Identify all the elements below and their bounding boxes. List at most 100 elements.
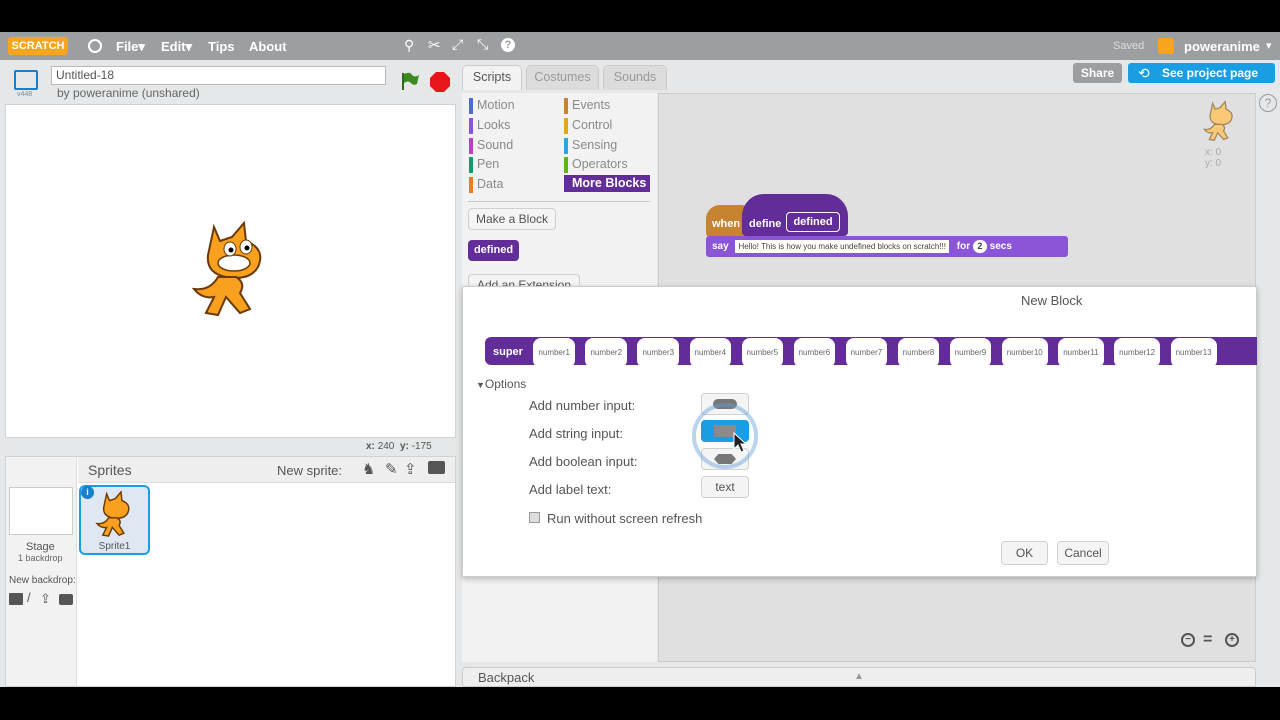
define-defined-block[interactable]: defined [786, 212, 840, 232]
sprite1-tile[interactable]: i Sprite1 [79, 485, 150, 555]
new-block-dialog: New Block super number1 number2 number3 … [462, 286, 1257, 577]
see-project-icon: ⟲ [1138, 65, 1150, 81]
category-sensing[interactable]: Sensing [564, 138, 617, 156]
input-number8[interactable]: number8 [897, 338, 940, 365]
category-sound[interactable]: Sound [469, 138, 513, 156]
zoom-in-icon[interactable]: + [1225, 633, 1239, 647]
category-pen[interactable]: Pen [469, 157, 499, 175]
delete-cut-icon[interactable]: ✂ [428, 36, 441, 54]
cancel-button[interactable]: Cancel [1057, 541, 1109, 565]
add-boolean-label: Add boolean input: [529, 454, 638, 469]
share-button[interactable]: Share [1073, 63, 1122, 83]
for-label: for [956, 241, 971, 252]
saved-status: Saved [1113, 40, 1145, 52]
stop-icon[interactable] [430, 72, 450, 92]
secs-label: secs [989, 241, 1012, 252]
category-list-right: Events Control Sensing Operators More Bl… [564, 98, 654, 198]
backpack-label: Backpack [478, 670, 535, 685]
make-a-block-button[interactable]: Make a Block [468, 208, 556, 230]
menu-edit[interactable]: Edit▾ [161, 39, 192, 55]
zoom-out-icon[interactable]: − [1181, 633, 1195, 647]
input-number1[interactable]: number1 [533, 338, 575, 365]
defined-block[interactable]: defined [468, 240, 519, 261]
input-number5[interactable]: number5 [741, 338, 784, 365]
input-number10[interactable]: number10 [1001, 338, 1048, 365]
options-toggle[interactable]: ▼Options [476, 377, 526, 391]
choose-backdrop-icon[interactable] [9, 593, 23, 605]
category-list-left: Motion Looks Sound Pen Data [469, 98, 559, 198]
tab-scripts[interactable]: Scripts [462, 65, 522, 90]
username[interactable]: poweranime [1184, 39, 1260, 54]
menu-tips[interactable]: Tips [208, 39, 235, 54]
dialog-title: New Block [1021, 293, 1083, 308]
stage-thumbnail[interactable] [9, 487, 73, 535]
category-data[interactable]: Data [469, 177, 503, 195]
block-name-label[interactable]: super [493, 346, 523, 358]
add-string-label: Add string input: [529, 426, 623, 441]
tab-sounds[interactable]: Sounds [603, 65, 667, 90]
help-icon[interactable]: ? [501, 38, 515, 52]
run-without-refresh-label: Run without screen refresh [547, 511, 703, 526]
help-button[interactable]: ? [1259, 94, 1277, 112]
choose-sprite-icon[interactable]: ♞ [362, 460, 375, 478]
input-number3[interactable]: number3 [637, 338, 680, 365]
paint-sprite-icon[interactable]: ✎ [385, 460, 398, 478]
language-globe-icon[interactable] [88, 39, 102, 53]
dialog-block-preview: super number1 number2 number3 number4 nu… [485, 337, 1257, 365]
category-events[interactable]: Events [564, 98, 610, 116]
zoom-reset-icon[interactable]: = [1203, 631, 1212, 649]
scratch-logo[interactable]: SCRATCH [8, 37, 68, 55]
sprite-y-readout: y: 0 [1205, 158, 1222, 169]
tab-costumes[interactable]: Costumes [526, 65, 599, 90]
see-project-label: See project page [1162, 66, 1259, 80]
new-sprite-label: New sprite: [277, 463, 343, 478]
grow-icon[interactable]: ⤢ [452, 36, 463, 53]
add-number-label: Add number input: [529, 398, 636, 413]
secs-input[interactable]: 2 [972, 240, 987, 253]
options-triangle-icon: ▼ [476, 380, 485, 390]
click-ripple-indicator [692, 403, 758, 469]
paint-backdrop-icon[interactable]: / [27, 590, 31, 605]
input-number4[interactable]: number4 [689, 338, 732, 365]
category-operators[interactable]: Operators [564, 157, 628, 175]
duplicate-stamp-icon[interactable]: ⚲ [404, 37, 414, 54]
input-number7[interactable]: number7 [845, 338, 888, 365]
menu-file[interactable]: File▾ [116, 39, 145, 55]
upload-sprite-icon[interactable]: ⇪ [404, 460, 417, 478]
input-number13[interactable]: number13 [1170, 338, 1217, 365]
mouse-coordinates: x: 240 y: -175 [366, 441, 432, 452]
project-title-input[interactable]: Untitled-18 [51, 66, 386, 85]
see-project-page-button[interactable]: See project page [1128, 63, 1275, 83]
backpack-expand-icon[interactable]: ▲ [854, 671, 864, 682]
camera-sprite-icon[interactable] [428, 461, 445, 474]
stage-backdrop-count: 1 backdrop [18, 553, 63, 563]
category-looks[interactable]: Looks [469, 118, 510, 136]
green-flag-icon[interactable] [400, 71, 420, 91]
run-without-refresh-checkbox[interactable] [529, 512, 540, 523]
fullscreen-icon[interactable] [14, 70, 38, 90]
say-block[interactable]: say Hello! This is how you make undefine… [706, 236, 1068, 257]
category-more-blocks[interactable]: More Blocks [564, 175, 650, 192]
user-dropdown-icon[interactable]: ▾ [1266, 39, 1272, 52]
input-number9[interactable]: number9 [949, 338, 992, 365]
top-menu-bar: SCRATCH File▾ Edit▾ Tips About ⚲ ✂ ⤢ ⤡ ?… [0, 32, 1280, 60]
add-label-text-label: Add label text: [529, 482, 612, 497]
stage-canvas[interactable] [5, 104, 456, 438]
camera-backdrop-icon[interactable] [59, 594, 73, 605]
input-number11[interactable]: number11 [1058, 338, 1104, 365]
upload-backdrop-icon[interactable]: ⇪ [40, 591, 51, 607]
scratch-cat-sprite[interactable] [184, 219, 279, 319]
add-label-text-button[interactable]: text [701, 476, 749, 498]
sprite-x-readout: x: 0 [1205, 147, 1222, 158]
menu-about[interactable]: About [249, 39, 287, 54]
ok-button[interactable]: OK [1001, 541, 1048, 565]
user-avatar[interactable] [1158, 38, 1174, 54]
define-label: define [749, 218, 782, 230]
input-number2[interactable]: number2 [585, 338, 628, 365]
category-motion[interactable]: Motion [469, 98, 515, 116]
input-number6[interactable]: number6 [793, 338, 836, 365]
category-control[interactable]: Control [564, 118, 612, 136]
input-number12[interactable]: number12 [1114, 338, 1161, 365]
shrink-icon[interactable]: ⤡ [477, 36, 488, 53]
say-text-input[interactable]: Hello! This is how you make undefined bl… [735, 240, 949, 253]
